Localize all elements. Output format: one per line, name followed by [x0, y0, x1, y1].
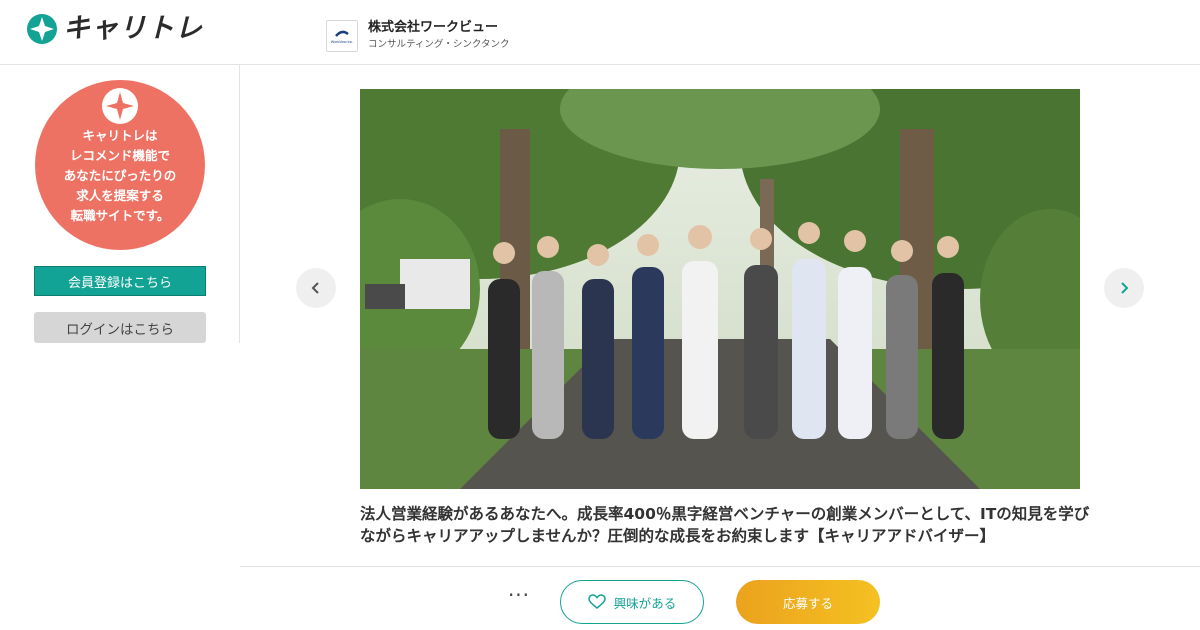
action-bar: ··· 興味がある 応募する — [240, 566, 1200, 630]
sparkle-icon — [102, 88, 138, 124]
team-photo-illustration — [360, 89, 1080, 489]
company-logo: WorkView Inc. — [326, 19, 358, 52]
promo-badge: キャリトレは レコメンド機能で あなたにぴったりの 求人を提案する 転職サイトで… — [35, 80, 205, 250]
login-button[interactable]: ログインはこちら — [34, 312, 206, 343]
job-title: 法人営業経験があるあなたへ。成長率400％黒字経営ベンチャーの創業メンバーとして… — [360, 505, 1090, 545]
chevron-right-icon — [1121, 282, 1129, 294]
svg-text:WorkView Inc.: WorkView Inc. — [331, 40, 353, 44]
site-logo[interactable]: キャリトレ — [27, 14, 203, 44]
promo-line: キャリトレは — [82, 128, 158, 143]
company-info[interactable]: WorkView Inc. 株式会社ワークビュー コンサルティング・シンクタンク — [326, 19, 510, 52]
sidebar: キャリトレは レコメンド機能で あなたにぴったりの 求人を提案する 転職サイトで… — [0, 65, 240, 343]
promo-line: レコメンド機能で — [69, 148, 170, 163]
carousel-prev-button[interactable] — [296, 268, 336, 308]
carousel-next-button[interactable] — [1104, 268, 1144, 308]
register-button[interactable]: 会員登録はこちら — [34, 266, 206, 296]
heart-icon — [587, 594, 606, 609]
promo-line: 求人を提案する — [76, 188, 164, 203]
logo-text: キャリトレ — [63, 13, 203, 44]
more-options-button[interactable]: ··· — [504, 585, 534, 611]
logo-mark-icon — [27, 14, 57, 44]
interest-button[interactable]: 興味がある — [560, 580, 704, 624]
promo-line: 転職サイトです。 — [70, 208, 170, 223]
company-logo-icon: WorkView Inc. — [331, 30, 353, 44]
promo-text: キャリトレは レコメンド機能で あなたにぴったりの 求人を提案する 転職サイトで… — [35, 126, 205, 226]
chevron-left-icon — [311, 282, 319, 294]
header: キャリトレ WorkView Inc. 株式会社ワークビュー コンサルティング・… — [0, 0, 1200, 65]
apply-button[interactable]: 応募する — [736, 580, 880, 624]
team-photo — [360, 89, 1080, 489]
promo-line: あなたにぴったりの — [63, 168, 177, 183]
interest-label: 興味がある — [613, 595, 677, 611]
company-name: 株式会社ワークビュー — [368, 20, 499, 35]
company-text: 株式会社ワークビュー コンサルティング・シンクタンク — [368, 19, 510, 52]
company-type: コンサルティング・シンクタンク — [368, 39, 510, 50]
